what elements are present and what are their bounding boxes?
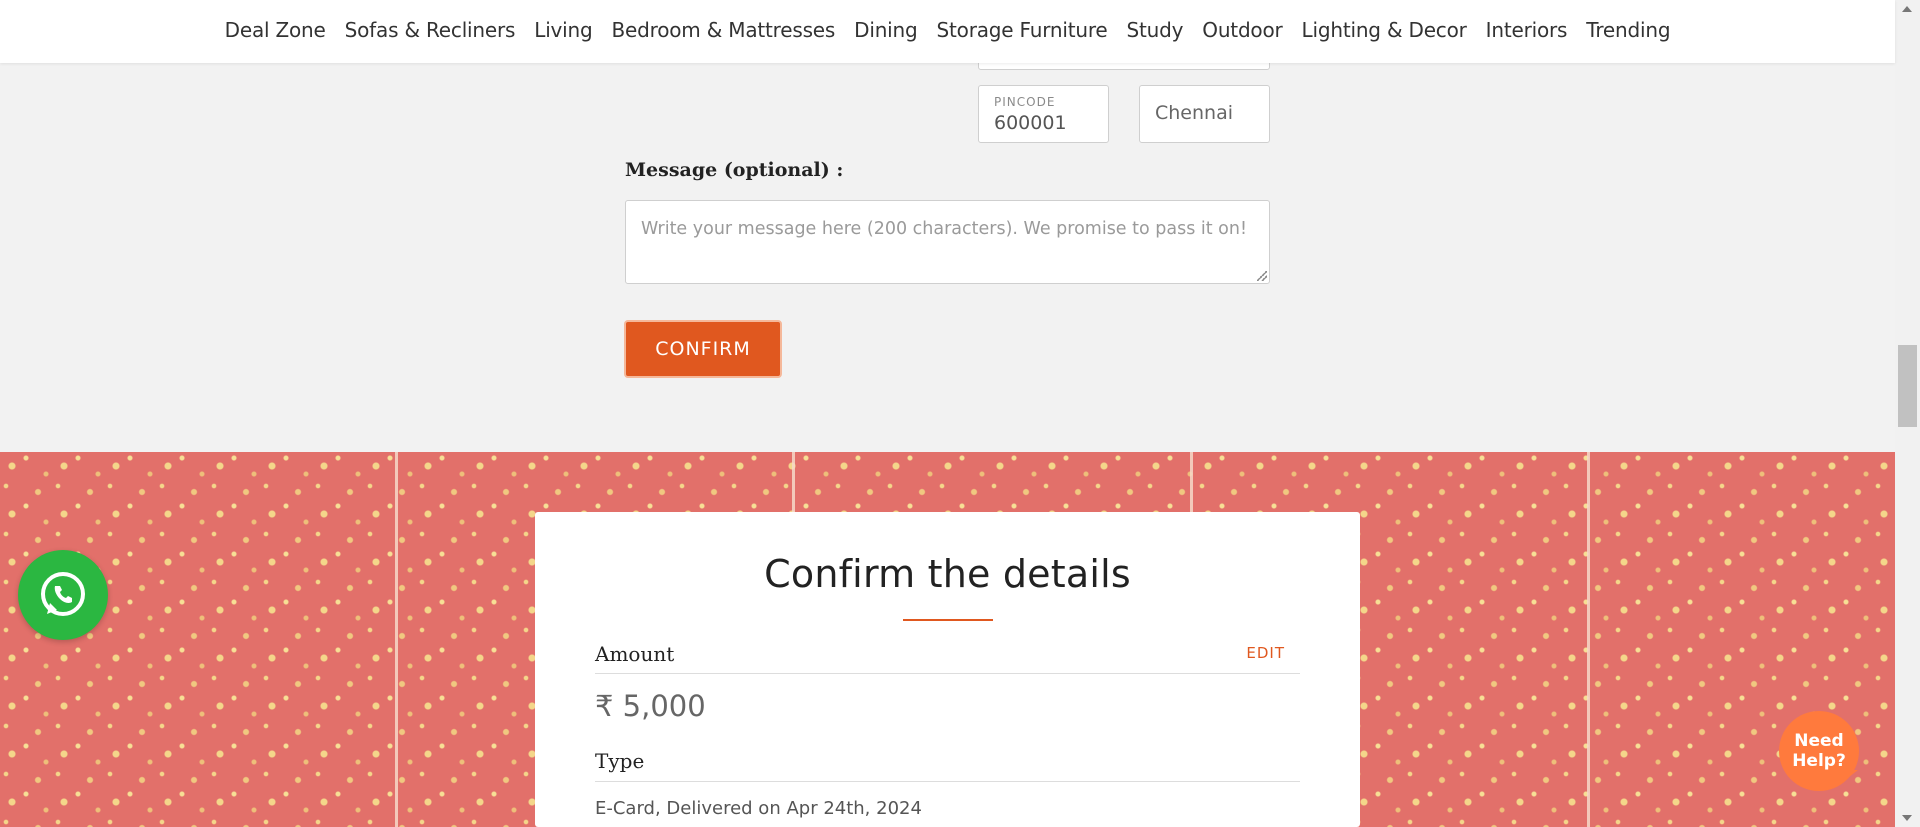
top-navigation: Deal Zone Sofas & Recliners Living Bedro… [0,0,1895,63]
title-underline [903,619,993,621]
edit-amount-link[interactable]: EDIT [1246,644,1285,662]
nav-item-dining[interactable]: Dining [854,20,918,40]
need-help-line1: Need [1794,731,1844,751]
type-label: Type [595,749,645,773]
pattern-divider [395,452,398,827]
nav-item-bedroom-mattresses[interactable]: Bedroom & Mattresses [612,20,836,40]
need-help-tail [1840,770,1858,784]
card-title: Confirm the details [764,552,1131,596]
amount-value: ₹ 5,000 [595,689,706,723]
nav-item-outdoor[interactable]: Outdoor [1202,20,1282,40]
nav-item-storage-furniture[interactable]: Storage Furniture [937,20,1108,40]
message-label: Message (optional) : [625,159,844,181]
city-field[interactable]: Chennai [1139,85,1270,143]
scroll-down-icon[interactable] [1902,815,1912,821]
nav-item-sofas-recliners[interactable]: Sofas & Recliners [345,20,516,40]
confirm-details-card: Confirm the details Amount EDIT ₹ 5,000 … [535,512,1360,827]
divider [595,673,1300,674]
divider [595,781,1300,782]
pincode-label: PINCODE [994,95,1056,109]
nav-item-living[interactable]: Living [534,20,592,40]
nav-item-interiors[interactable]: Interiors [1486,20,1568,40]
nav-item-study[interactable]: Study [1127,20,1184,40]
message-textarea[interactable]: Write your message here (200 characters)… [625,200,1270,284]
city-value: Chennai [1155,102,1234,124]
scroll-thumb[interactable] [1898,345,1917,427]
nav-item-lighting-decor[interactable]: Lighting & Decor [1302,20,1467,40]
need-help-label: Need Help? [1792,731,1846,771]
whatsapp-icon [41,572,85,616]
type-value: E-Card, Delivered on Apr 24th, 2024 [595,798,922,819]
nav-item-deal-zone[interactable]: Deal Zone [225,20,326,40]
amount-label: Amount [595,642,675,666]
confirm-button[interactable]: CONFIRM [624,320,782,378]
pattern-divider [1587,452,1590,827]
page-scrollbar[interactable] [1895,0,1920,827]
nav-item-trending[interactable]: Trending [1586,20,1670,40]
whatsapp-button[interactable] [18,550,108,640]
resize-handle-icon[interactable] [1257,271,1267,281]
pincode-value: 600001 [994,112,1067,134]
need-help-line2: Help? [1792,751,1846,771]
scroll-up-icon[interactable] [1902,6,1912,12]
pincode-field[interactable]: PINCODE 600001 [978,85,1109,143]
message-placeholder: Write your message here (200 characters)… [641,219,1247,239]
